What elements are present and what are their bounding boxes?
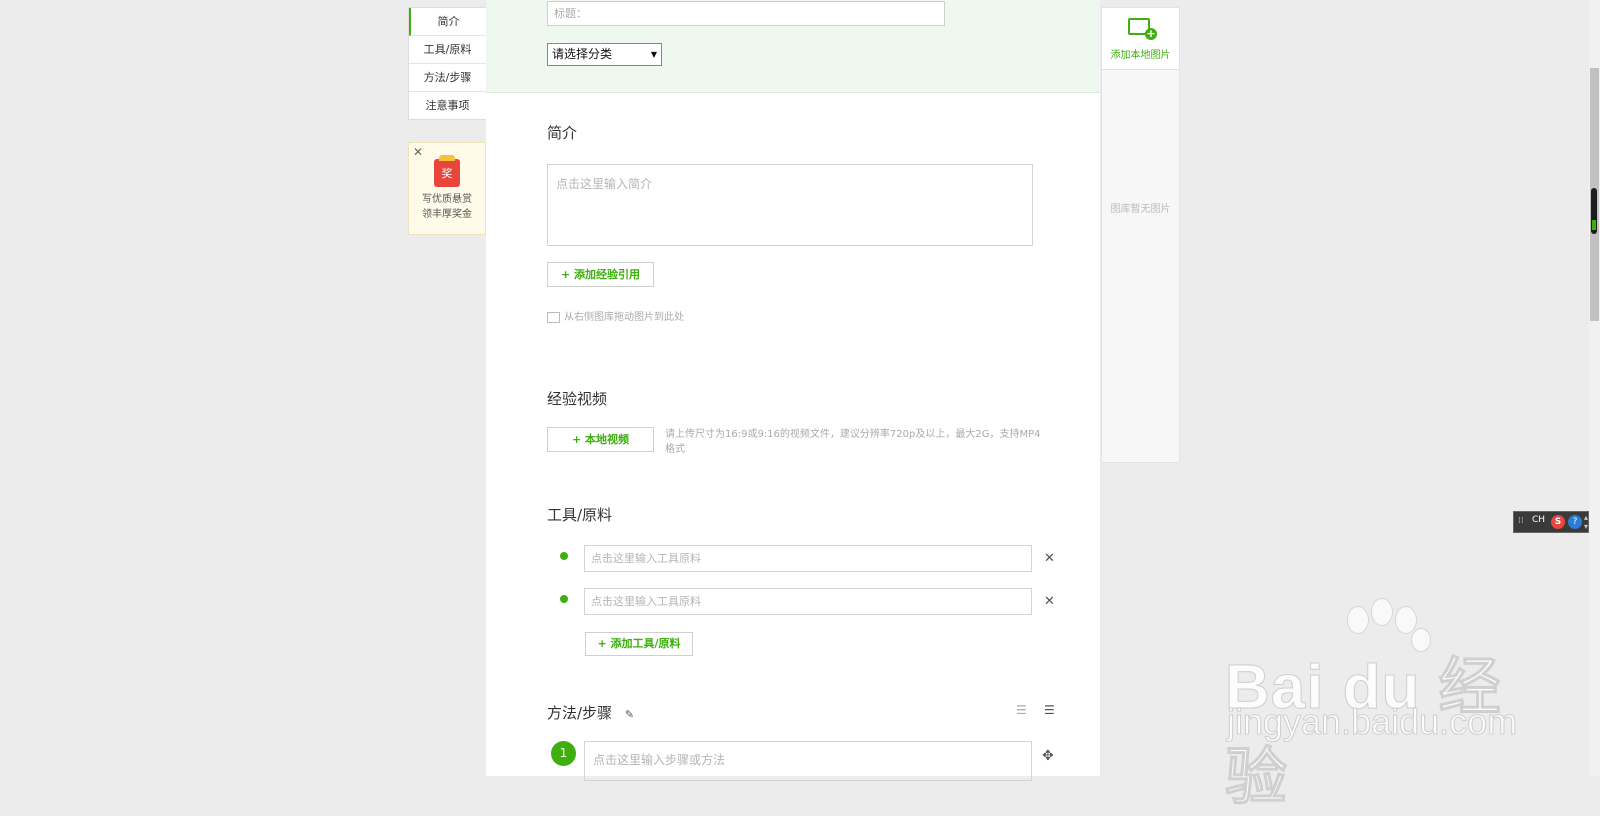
close-icon[interactable]: ✕	[413, 145, 423, 159]
ime-mode[interactable]: CH	[1532, 515, 1545, 525]
section-title-video: 经验视频	[547, 390, 608, 408]
reward-promo[interactable]: ✕ 奖 写优质悬赏 领丰厚奖金	[408, 142, 486, 235]
help-icon[interactable]: ?	[1568, 515, 1582, 529]
section-title-tools: 工具/原料	[547, 506, 613, 524]
nav-item-intro[interactable]: 简介	[409, 8, 486, 36]
bullet-dot	[560, 552, 568, 560]
add-tool-button[interactable]: + 添加工具/原料	[585, 632, 693, 656]
nav-item-notes[interactable]: 注意事项	[409, 92, 486, 119]
watermark-url: jingyan.baidu.com	[1226, 701, 1518, 743]
tool-input-1[interactable]: 点击这里输入工具原料	[584, 545, 1032, 572]
header-band: 请选择分类 ▼	[486, 0, 1100, 93]
drag-image-hint: 从右侧图库拖动图片到此处	[547, 308, 684, 323]
nav-item-steps[interactable]: 方法/步骤	[409, 64, 486, 92]
promo-line-1: 写优质悬赏	[422, 194, 472, 205]
steps-title-text: 方法/步骤	[547, 704, 613, 722]
video-hint: 请上传尺寸为16:9或9:16的视频文件，建议分辨率720p及以上，最大2G，支…	[665, 429, 1041, 455]
image-gallery-panel: + 添加本地图片 图库暂无图片	[1101, 7, 1180, 463]
remove-tool-2-icon[interactable]: ✕	[1044, 594, 1055, 609]
baidu-jingyan-watermark: Bai du 经验 jingyan.baidu.com	[1225, 596, 1555, 813]
drag-hint-text: 从右侧图库拖动图片到此处	[564, 312, 684, 323]
add-local-image-button[interactable]: + 添加本地图片	[1102, 8, 1179, 70]
bullet-list-icon[interactable]: ☰	[1044, 703, 1055, 717]
category-select-value: 请选择分类	[552, 47, 613, 61]
red-envelope-icon: 奖	[434, 155, 460, 187]
remove-tool-1-icon[interactable]: ✕	[1044, 551, 1055, 566]
paw-toe	[1371, 598, 1393, 626]
sogou-icon[interactable]: S	[1551, 515, 1565, 529]
tool-input-2[interactable]: 点击这里输入工具原料	[584, 588, 1032, 615]
nav-item-tools[interactable]: 工具/原料	[409, 36, 486, 64]
scroll-indicator[interactable]	[1591, 188, 1597, 234]
gallery-empty-text: 图库暂无图片	[1110, 204, 1171, 215]
pencil-icon[interactable]: ✎	[625, 708, 634, 721]
promo-text: 写优质悬赏 领丰厚奖金	[409, 192, 485, 222]
local-video-button[interactable]: + 本地视频	[547, 427, 654, 452]
editor-main: 请选择分类 ▼ 简介 点击这里输入简介 + 添加经验引用 从右侧图库拖动图片到此…	[486, 0, 1100, 781]
image-icon	[547, 311, 560, 323]
add-reference-button[interactable]: + 添加经验引用	[547, 262, 654, 287]
title-input[interactable]	[547, 1, 945, 26]
tool-input-2-placeholder: 点击这里输入工具原料	[591, 595, 701, 608]
more-icon[interactable]: ▴ ▾	[1584, 513, 1588, 531]
move-icon[interactable]: ✥	[1042, 748, 1054, 764]
numbered-list-icon[interactable]: ☰	[1016, 703, 1027, 717]
intro-editor[interactable]: 点击这里输入简介	[547, 164, 1033, 246]
dropdown-arrow-icon: ▼	[650, 50, 657, 59]
step-number: 1	[551, 741, 576, 766]
section-title-steps: 方法/步骤 ✎	[547, 702, 634, 723]
intro-placeholder: 点击这里输入简介	[556, 177, 653, 191]
promo-line-2: 领丰厚奖金	[422, 209, 472, 220]
promo-icon-text: 奖	[441, 167, 453, 180]
bullet-dot	[560, 595, 568, 603]
paw-toe	[1347, 606, 1369, 634]
plus-icon: +	[1145, 27, 1157, 40]
category-select[interactable]: 请选择分类 ▼	[547, 43, 662, 66]
step-input-1-placeholder: 点击这里输入步骤或方法	[593, 753, 726, 767]
grip-icon[interactable]: ⁞⁞	[1518, 516, 1524, 526]
ime-toolbar[interactable]: ⁞⁞ CH S ? ▴ ▾	[1513, 511, 1589, 533]
add-local-image-label: 添加本地图片	[1110, 50, 1171, 61]
left-nav: 简介 工具/原料 方法/步骤 注意事项	[408, 7, 486, 120]
tool-input-1-placeholder: 点击这里输入工具原料	[591, 552, 701, 565]
section-title-intro: 简介	[547, 124, 578, 142]
step-input-1[interactable]: 点击这里输入步骤或方法	[584, 741, 1032, 781]
page-scrollbar[interactable]	[1589, 0, 1600, 776]
